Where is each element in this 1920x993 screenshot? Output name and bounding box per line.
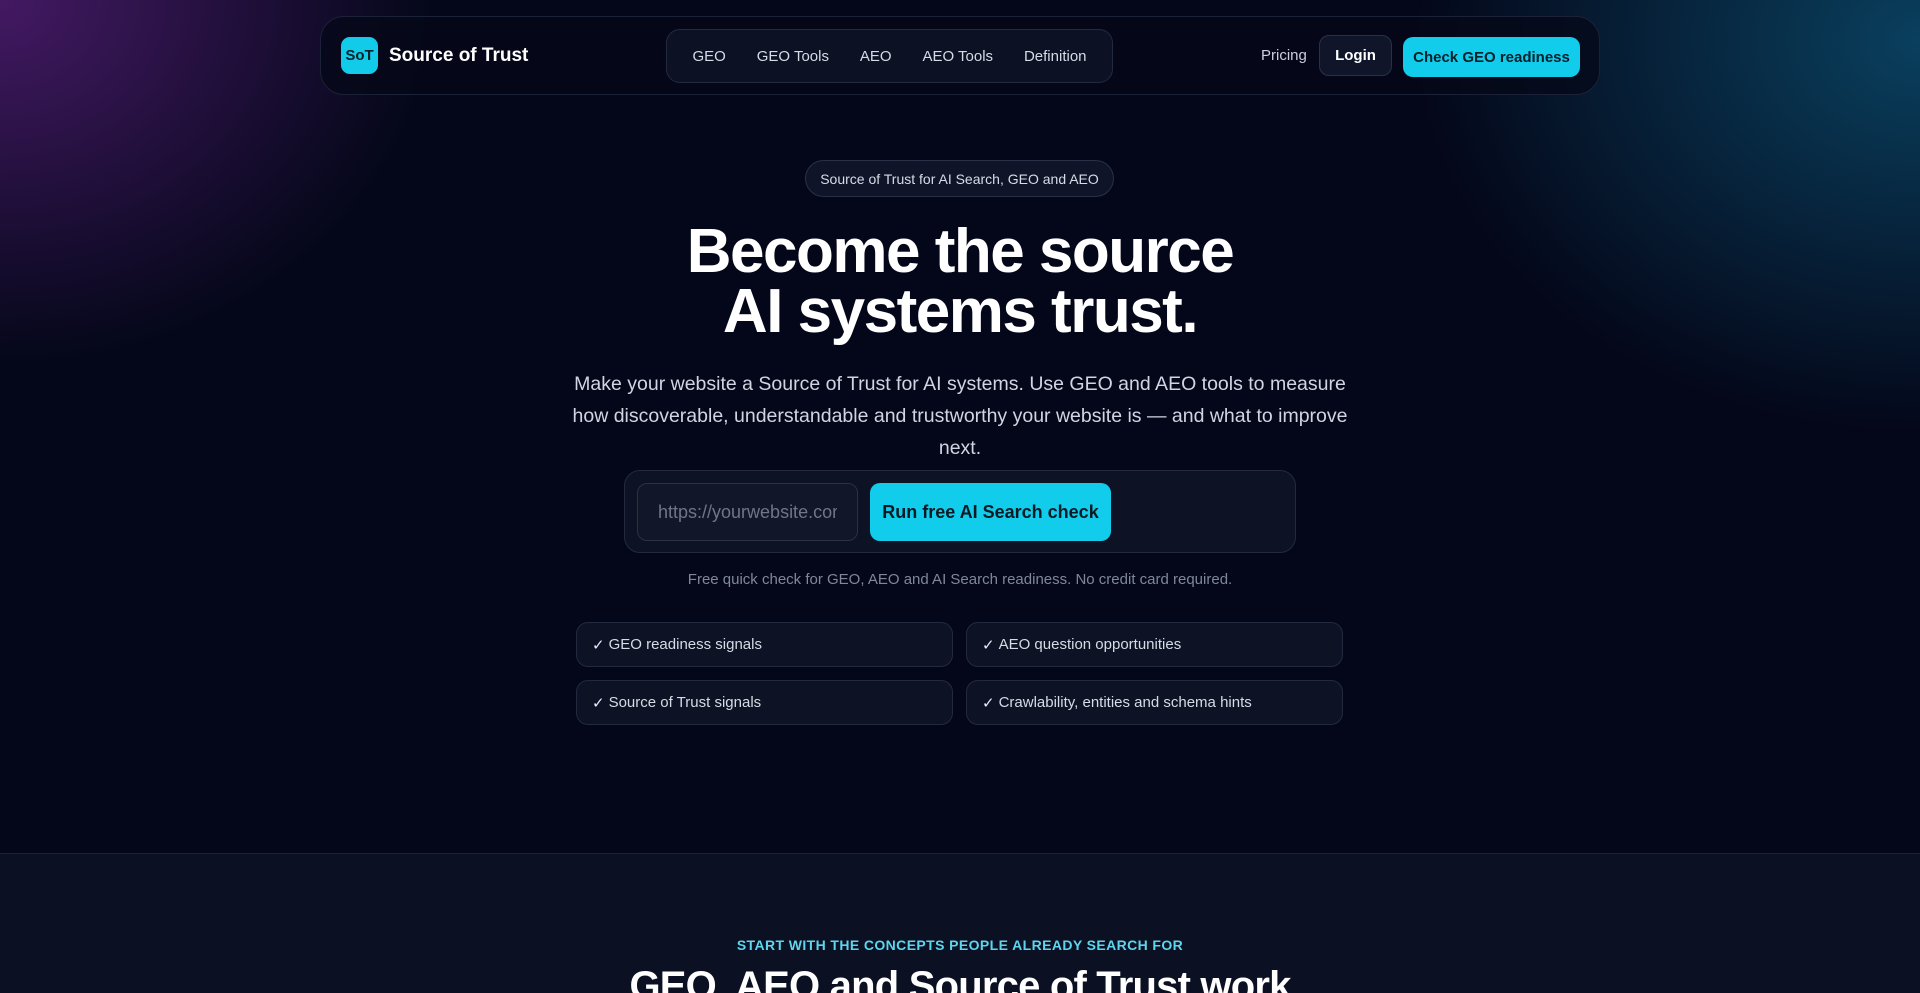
concepts-section-eyebrow: START WITH THE CONCEPTS PEOPLE ALREADY S… xyxy=(736,937,1184,953)
check-icon: ✓ xyxy=(592,694,605,712)
form-fine-print: Free quick check for GEO, AEO and AI Sea… xyxy=(687,571,1233,588)
feature-label: Source of Trust signals xyxy=(608,694,762,711)
url-check-form: Run free AI Search check xyxy=(624,470,1296,553)
hero-headline-line-2: AI systems trust. xyxy=(722,277,1199,346)
check-icon: ✓ xyxy=(982,636,995,654)
feature-aeo-opportunities: ✓ AEO question opportunities xyxy=(966,622,1343,667)
nav-link-aeo[interactable]: AEO xyxy=(860,48,892,65)
feature-label: AEO question opportunities xyxy=(998,636,1182,653)
run-ai-search-check-button[interactable]: Run free AI Search check xyxy=(870,483,1111,541)
login-button[interactable]: Login xyxy=(1319,35,1392,76)
feature-label: Crawlability, entities and schema hints xyxy=(998,694,1252,711)
nav-menu: GEO GEO Tools AEO AEO Tools Definition xyxy=(666,29,1113,83)
concepts-section-title: GEO, AEO and Source of Trust work xyxy=(629,964,1291,993)
hero-subheadline: Make your website a Source of Trust for … xyxy=(572,373,1348,459)
check-geo-readiness-button[interactable]: Check GEO readiness xyxy=(1403,37,1580,77)
nav-link-pricing[interactable]: Pricing xyxy=(1261,47,1307,64)
brand-logo[interactable]: SoT xyxy=(341,37,378,74)
hero-headline: Become the source AI systems trust. xyxy=(560,221,1360,343)
nav-link-aeo-tools[interactable]: AEO Tools xyxy=(922,48,993,65)
nav-link-definition[interactable]: Definition xyxy=(1024,48,1087,65)
nav-link-geo[interactable]: GEO xyxy=(692,48,725,65)
feature-crawlability: ✓ Crawlability, entities and schema hint… xyxy=(966,680,1343,725)
hero-eyebrow-badge: Source of Trust for AI Search, GEO and A… xyxy=(805,160,1114,197)
website-url-input[interactable] xyxy=(637,483,858,541)
feature-source-of-trust: ✓ Source of Trust signals xyxy=(576,680,953,725)
feature-label: GEO readiness signals xyxy=(608,636,762,653)
top-navigation: SoT Source of Trust GEO GEO Tools AEO AE… xyxy=(320,16,1600,95)
hero-headline-line-1: Become the source xyxy=(686,217,1235,286)
brand-name[interactable]: Source of Trust xyxy=(389,45,528,67)
check-icon: ✓ xyxy=(592,636,605,654)
check-icon: ✓ xyxy=(982,694,995,712)
nav-link-geo-tools[interactable]: GEO Tools xyxy=(757,48,829,65)
feature-geo-readiness: ✓ GEO readiness signals xyxy=(576,622,953,667)
